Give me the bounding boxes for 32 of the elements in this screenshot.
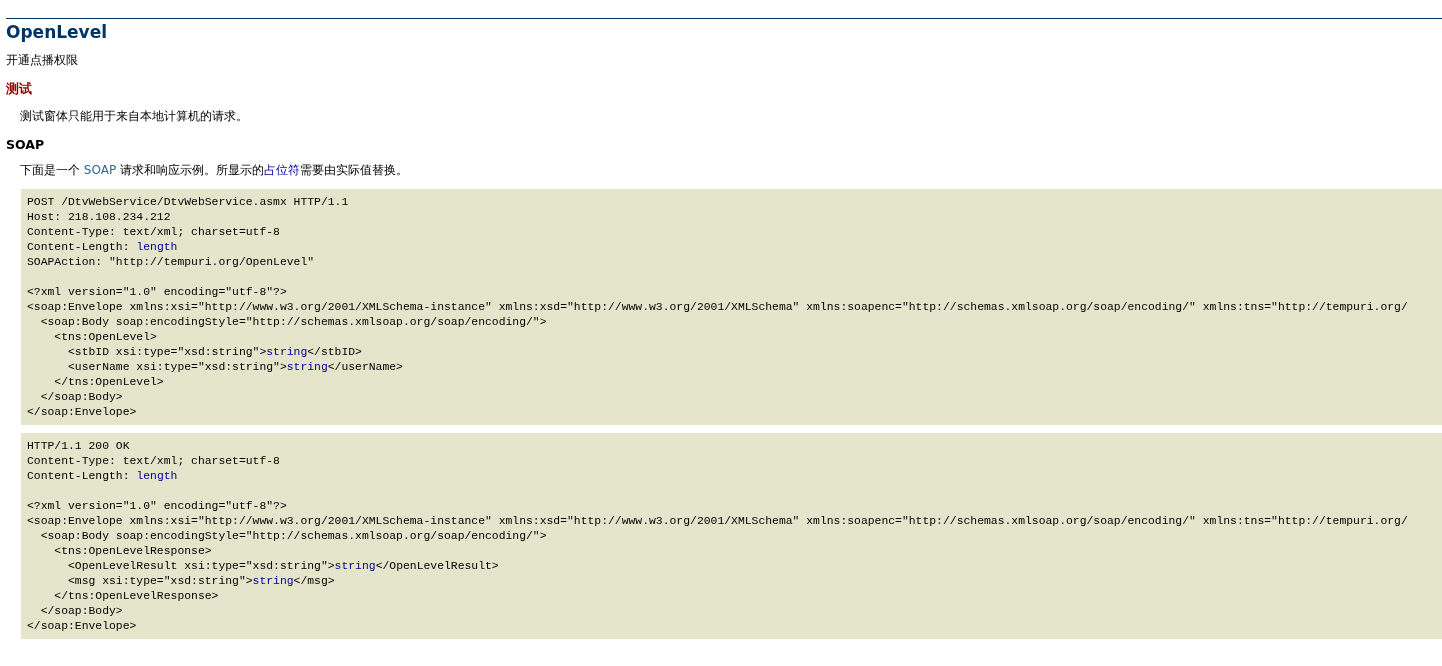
code-line: </soap:Envelope> <box>27 619 137 634</box>
code-line: <?xml version="1.0" encoding="utf-8"?> <box>27 285 287 300</box>
code-line: <soap:Body soap:encodingStyle="http://schemas.xmlsoap.org/soap/encoding/"> <box>39 529 547 544</box>
code-line: <soap:Body soap:encodingStyle="http://schemas.xmlsoap.org/soap/encoding/"> <box>39 315 547 330</box>
section-heading: SOAP <box>6 137 46 152</box>
code-line: Host: 218.108.234.212 <box>27 210 171 225</box>
code-line: <msg xsi:type="xsd:string">string</msg> <box>67 574 335 589</box>
code-line: <tns:OpenLevel> <box>53 330 157 345</box>
code-line: Content-Type: text/xml; charset=utf-8 <box>27 225 280 240</box>
code-line: <soap:Envelope xmlns:xsi="http://www.w3.org/2001/XMLSchema-instance" xmlns:xsd="http://www.w3.org/2001/XMLSchema" xmlns:soapenc="http://schemas.xmlsoap.org/soap/encoding/" xmlns:tns="http://tempuri.org/ <box>27 300 1408 315</box>
code-line: <tns:OpenLevelResponse> <box>53 544 212 559</box>
code-line: SOAPAction: "http://tempuri.org/OpenLevel" <box>27 255 315 270</box>
test-note-text: 测试窗体只能用于来自本地计算机的请求。 <box>20 108 249 125</box>
code-line: Content-Type: text/xml; charset=utf-8 <box>27 454 280 469</box>
page-title: OpenLevel <box>6 22 109 42</box>
section-heading: 测试 <box>6 81 33 98</box>
code-line: <?xml version="1.0" encoding="utf-8"?> <box>27 499 287 514</box>
code-line: POST /DtvWebService/DtvWebService.asmx HTTP/1.1 <box>27 195 349 210</box>
soap-intro-text: 下面是一个 SOAP 请求和响应示例。所显示的占位符需要由实际值替换。 <box>20 162 409 179</box>
code-line: <userName xsi:type="xsd:string">string</userName> <box>67 360 403 375</box>
code-line: <OpenLevelResult xsi:type="xsd:string">string</OpenLevelResult> <box>67 559 499 574</box>
method-description: 开通点播权限 <box>6 52 79 69</box>
code-line: </tns:OpenLevel> <box>53 375 164 390</box>
code-line: </soap:Body> <box>39 390 123 405</box>
code-line: </soap:Body> <box>39 604 123 619</box>
code-line: Content-Length: length <box>27 240 178 255</box>
code-line: </soap:Envelope> <box>27 405 137 420</box>
code-line: HTTP/1.1 200 OK <box>27 439 130 454</box>
code-line: Content-Length: length <box>27 469 178 484</box>
code-line: <stbID xsi:type="xsd:string">string</stbID> <box>67 345 362 360</box>
code-line: <soap:Envelope xmlns:xsi="http://www.w3.org/2001/XMLSchema-instance" xmlns:xsd="http://www.w3.org/2001/XMLSchema" xmlns:soapenc="http://schemas.xmlsoap.org/soap/encoding/" xmlns:tns="http://tempuri.org/ <box>27 514 1408 529</box>
code-line: </tns:OpenLevelResponse> <box>53 589 219 604</box>
